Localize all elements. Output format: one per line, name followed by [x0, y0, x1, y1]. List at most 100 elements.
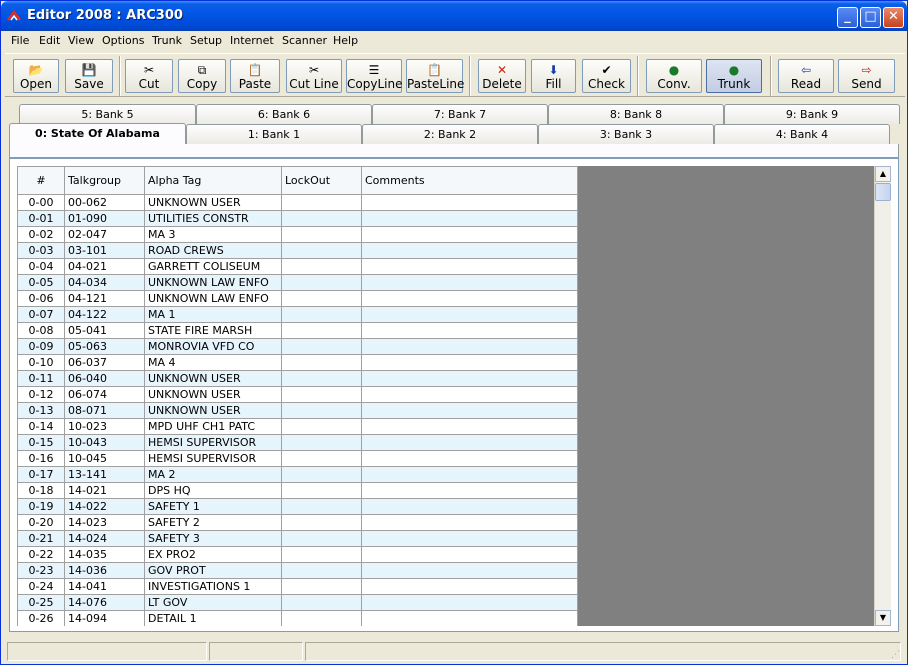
table-row[interactable]: 0-23 14-036 GOV PROT — [17, 562, 578, 579]
cell-talkgroup[interactable]: 04-034 — [64, 274, 145, 291]
table-row[interactable]: 0-19 14-022 SAFETY 1 — [17, 498, 578, 515]
column-header-talkgroup[interactable]: Talkgroup — [64, 166, 145, 195]
cell-alpha-tag[interactable]: HEMSI SUPERVISOR — [144, 450, 282, 467]
check-button[interactable]: ✔ Check — [582, 59, 631, 93]
paste-button[interactable]: 📋 Paste — [230, 59, 280, 93]
minimize-button[interactable]: _ — [837, 7, 858, 28]
cell-lockout[interactable] — [281, 322, 362, 339]
table-row[interactable]: 0-12 06-074 UNKNOWN USER — [17, 386, 578, 403]
cell-lockout[interactable] — [281, 354, 362, 371]
read-button[interactable]: ⇦ Read — [778, 59, 834, 93]
cell-comments[interactable] — [361, 210, 578, 227]
cell-talkgroup[interactable]: 14-022 — [64, 498, 145, 515]
copy-line-button[interactable]: ☰ CopyLine — [346, 59, 402, 93]
cut-line-button[interactable]: ✂ Cut Line — [286, 59, 342, 93]
cell-alpha-tag[interactable]: UNKNOWN USER — [144, 386, 282, 403]
table-row[interactable]: 0-06 04-121 UNKNOWN LAW ENFO — [17, 290, 578, 307]
column-header-number[interactable]: # — [17, 166, 65, 195]
cell-number[interactable]: 0-19 — [17, 498, 65, 515]
table-row[interactable]: 0-09 05-063 MONROVIA VFD CO — [17, 338, 578, 355]
cell-talkgroup[interactable]: 14-021 — [64, 482, 145, 499]
cell-alpha-tag[interactable]: HEMSI SUPERVISOR — [144, 434, 282, 451]
cell-lockout[interactable] — [281, 290, 362, 307]
cell-talkgroup[interactable]: 08-071 — [64, 402, 145, 419]
cell-talkgroup[interactable]: 14-076 — [64, 594, 145, 611]
cell-comments[interactable] — [361, 194, 578, 211]
cell-comments[interactable] — [361, 450, 578, 467]
cell-talkgroup[interactable]: 10-045 — [64, 450, 145, 467]
cell-lockout[interactable] — [281, 226, 362, 243]
cell-alpha-tag[interactable]: ROAD CREWS — [144, 242, 282, 259]
scroll-up-arrow-icon[interactable]: ▲ — [875, 166, 891, 182]
cell-number[interactable]: 0-15 — [17, 434, 65, 451]
cell-alpha-tag[interactable]: MA 3 — [144, 226, 282, 243]
tab-state-of-alabama[interactable]: 0: State Of Alabama — [9, 123, 186, 145]
cell-lockout[interactable] — [281, 242, 362, 259]
tab-bank-2[interactable]: 2: Bank 2 — [362, 124, 538, 144]
cell-talkgroup[interactable]: 14-041 — [64, 578, 145, 595]
cell-number[interactable]: 0-00 — [17, 194, 65, 211]
cell-alpha-tag[interactable]: UNKNOWN USER — [144, 194, 282, 211]
vertical-scrollbar[interactable]: ▲ ▼ — [874, 166, 891, 626]
cell-lockout[interactable] — [281, 562, 362, 579]
cell-lockout[interactable] — [281, 434, 362, 451]
cell-talkgroup[interactable]: 14-024 — [64, 530, 145, 547]
cell-alpha-tag[interactable]: MA 2 — [144, 466, 282, 483]
cell-comments[interactable] — [361, 274, 578, 291]
cell-talkgroup[interactable]: 14-035 — [64, 546, 145, 563]
table-row[interactable]: 0-07 04-122 MA 1 — [17, 306, 578, 323]
cell-talkgroup[interactable]: 14-036 — [64, 562, 145, 579]
table-row[interactable]: 0-22 14-035 EX PRO2 — [17, 546, 578, 563]
table-row[interactable]: 0-02 02-047 MA 3 — [17, 226, 578, 243]
table-row[interactable]: 0-01 01-090 UTILITIES CONSTR — [17, 210, 578, 227]
cell-lockout[interactable] — [281, 194, 362, 211]
cell-lockout[interactable] — [281, 306, 362, 323]
cell-comments[interactable] — [361, 306, 578, 323]
menu-setup[interactable]: Setup — [190, 34, 222, 47]
cell-talkgroup[interactable]: 14-094 — [64, 610, 145, 626]
cell-lockout[interactable] — [281, 418, 362, 435]
cell-lockout[interactable] — [281, 482, 362, 499]
open-button[interactable]: 📂 Open — [13, 59, 59, 93]
menu-file[interactable]: File — [11, 34, 29, 47]
cell-alpha-tag[interactable]: MA 4 — [144, 354, 282, 371]
cell-talkgroup[interactable]: 00-062 — [64, 194, 145, 211]
cell-comments[interactable] — [361, 594, 578, 611]
send-button[interactable]: ⇨ Send — [838, 59, 895, 93]
cell-comments[interactable] — [361, 482, 578, 499]
table-row[interactable]: 0-26 14-094 DETAIL 1 — [17, 610, 578, 626]
cell-lockout[interactable] — [281, 546, 362, 563]
cell-talkgroup[interactable]: 03-101 — [64, 242, 145, 259]
table-row[interactable]: 0-13 08-071 UNKNOWN USER — [17, 402, 578, 419]
cell-number[interactable]: 0-21 — [17, 530, 65, 547]
table-row[interactable]: 0-25 14-076 LT GOV — [17, 594, 578, 611]
cell-number[interactable]: 0-03 — [17, 242, 65, 259]
cell-lockout[interactable] — [281, 610, 362, 626]
menu-options[interactable]: Options — [102, 34, 144, 47]
cell-alpha-tag[interactable]: MA 1 — [144, 306, 282, 323]
cell-talkgroup[interactable]: 01-090 — [64, 210, 145, 227]
cell-alpha-tag[interactable]: UNKNOWN USER — [144, 370, 282, 387]
cell-lockout[interactable] — [281, 466, 362, 483]
cell-alpha-tag[interactable]: INVESTIGATIONS 1 — [144, 578, 282, 595]
scroll-thumb[interactable] — [875, 183, 891, 201]
table-row[interactable]: 0-05 04-034 UNKNOWN LAW ENFO — [17, 274, 578, 291]
cell-comments[interactable] — [361, 322, 578, 339]
fill-button[interactable]: ⬇ Fill — [531, 59, 576, 93]
cell-comments[interactable] — [361, 514, 578, 531]
table-row[interactable]: 0-00 00-062 UNKNOWN USER — [17, 194, 578, 211]
cut-button[interactable]: ✂ Cut — [125, 59, 173, 93]
menu-help[interactable]: Help — [333, 34, 358, 47]
menu-scanner[interactable]: Scanner — [282, 34, 327, 47]
cell-number[interactable]: 0-17 — [17, 466, 65, 483]
cell-talkgroup[interactable]: 04-122 — [64, 306, 145, 323]
table-row[interactable]: 0-03 03-101 ROAD CREWS — [17, 242, 578, 259]
cell-alpha-tag[interactable]: DPS HQ — [144, 482, 282, 499]
cell-comments[interactable] — [361, 562, 578, 579]
cell-alpha-tag[interactable]: UNKNOWN USER — [144, 402, 282, 419]
cell-alpha-tag[interactable]: UNKNOWN LAW ENFO — [144, 290, 282, 307]
cell-lockout[interactable] — [281, 402, 362, 419]
cell-number[interactable]: 0-20 — [17, 514, 65, 531]
cell-lockout[interactable] — [281, 370, 362, 387]
cell-comments[interactable] — [361, 530, 578, 547]
